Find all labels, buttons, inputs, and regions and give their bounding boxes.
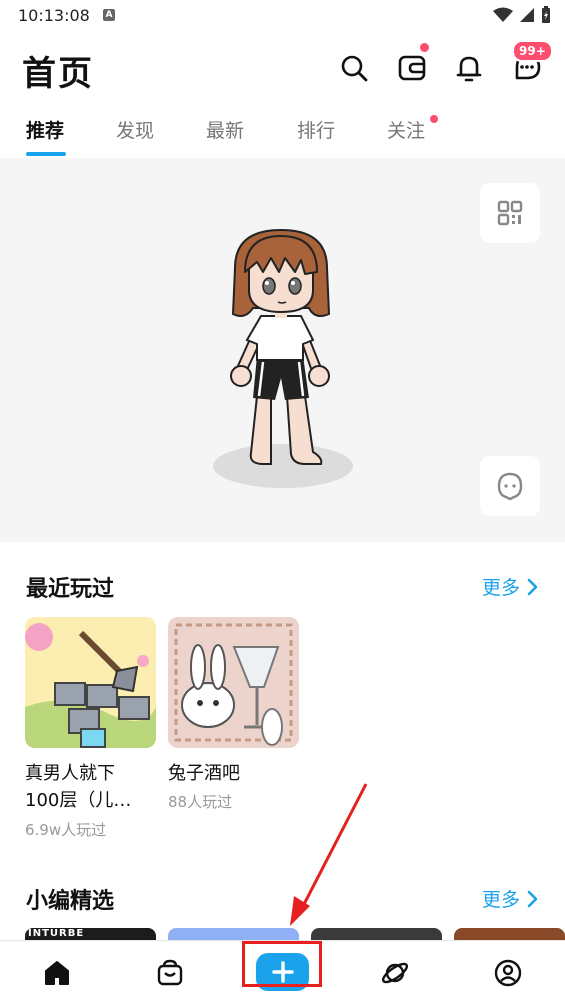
character-avatar — [213, 228, 353, 488]
picks-more-link[interactable]: 更多 — [482, 885, 538, 912]
game-name-down-100[interactable]: 真男人就下 100层（儿… — [25, 760, 131, 814]
wallet-icon — [398, 55, 426, 81]
game-name-line1: 真男人就下 — [25, 763, 115, 784]
nav-shop[interactable] — [150, 955, 190, 991]
wallet-dot — [420, 43, 429, 52]
avatar-edit-button[interactable] — [480, 456, 540, 516]
category-tabs: 推荐 发现 最新 排行 关注 — [0, 106, 565, 158]
active-tab-indicator — [26, 152, 66, 156]
page-title: 首页 — [22, 54, 94, 94]
signal-icon — [520, 8, 534, 22]
chevron-right-icon — [527, 890, 538, 907]
nav-profile[interactable] — [488, 955, 528, 991]
tab-latest[interactable]: 最新 — [206, 116, 244, 143]
nav-explore[interactable] — [375, 955, 415, 991]
status-time: 10:13:08 — [18, 6, 90, 25]
status-icons — [493, 6, 551, 24]
following-dot — [430, 115, 438, 123]
game-name-line2: 100层（儿… — [25, 790, 132, 811]
qr-code-button[interactable] — [480, 183, 540, 243]
status-bar: 10:13:08 A — [0, 0, 565, 32]
bell-icon — [456, 56, 482, 82]
nav-home[interactable] — [37, 955, 77, 991]
notifications-button[interactable] — [451, 50, 487, 86]
wallet-button[interactable] — [394, 50, 430, 86]
tab-ranking[interactable]: 排行 — [297, 116, 335, 143]
game-plays-down-100: 6.9w人玩过 — [25, 821, 107, 839]
game-name-rabbit-bar[interactable]: 兔子酒吧 — [168, 760, 240, 787]
game-thumb-rabbit-bar[interactable] — [168, 617, 299, 748]
annotation-highlight-box — [242, 941, 322, 987]
pick-card-4[interactable] — [454, 928, 565, 940]
wifi-icon — [493, 7, 513, 22]
shop-bag-icon — [157, 959, 183, 986]
tab-following[interactable]: 关注 — [387, 116, 425, 143]
picks-more-label: 更多 — [482, 889, 521, 911]
game-art-down-100 — [25, 617, 156, 748]
tab-recommend[interactable]: 推荐 — [26, 116, 64, 143]
game-plays-rabbit-bar: 88人玩过 — [168, 793, 233, 811]
game-thumb-down-100[interactable] — [25, 617, 156, 748]
search-button[interactable] — [336, 50, 372, 86]
recent-more-link[interactable]: 更多 — [482, 573, 538, 600]
search-icon — [341, 55, 368, 82]
recent-more-label: 更多 — [482, 577, 521, 599]
profile-icon — [494, 959, 522, 987]
notification-a-icon: A — [103, 9, 115, 21]
tab-discover[interactable]: 发现 — [116, 116, 154, 143]
header: 首页 — [0, 40, 565, 98]
home-icon — [45, 961, 69, 985]
game-art-rabbit-bar — [168, 617, 299, 748]
pick-card-1[interactable]: INTURBE — [25, 928, 156, 940]
pick-card-1-label: INTURBE — [28, 928, 85, 939]
recent-section-title: 最近玩过 — [26, 577, 115, 602]
annotation-arrow — [290, 783, 368, 926]
battery-icon — [542, 6, 550, 23]
avatar-face-icon — [497, 472, 523, 501]
planet-icon — [381, 962, 409, 984]
picks-section-title: 小编精选 — [26, 889, 115, 914]
message-count-badge: 99+ — [512, 40, 553, 62]
avatar-showcase[interactable] — [0, 158, 565, 542]
qr-code-icon — [497, 200, 523, 226]
chevron-right-icon — [527, 578, 538, 595]
